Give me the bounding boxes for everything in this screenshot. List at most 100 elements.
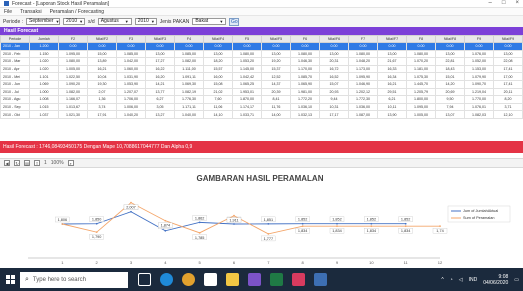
month-to-select[interactable]: Agustus ▼ bbox=[97, 18, 132, 25]
table-cell: 1.111,00 bbox=[174, 64, 204, 74]
forecast-table[interactable]: Periode Jumlah F2 Nilai/F2 F3 Nilai/F3 F4 Nilai… bbox=[0, 35, 523, 119]
table-cell: 2010 - Mei bbox=[0, 72, 30, 81]
clock[interactable]: 9:08 04/06/2020 bbox=[483, 274, 508, 286]
table-row[interactable]: 2010 - Okt 1.037 1.021,30 17,91 1.040,20 13,2… bbox=[0, 110, 523, 119]
volume-icon[interactable]: ◁ bbox=[459, 277, 463, 283]
clock-date: 04/06/2020 bbox=[483, 279, 509, 286]
menu-transaksi[interactable]: Transaksi bbox=[20, 9, 42, 15]
start-button[interactable] bbox=[0, 268, 20, 291]
x-tick-label: 5 bbox=[199, 260, 202, 265]
menu-peramalan[interactable]: Peramalan / Forecasting bbox=[50, 9, 104, 15]
data-point bbox=[404, 222, 407, 225]
table-cell: 7,94 bbox=[435, 102, 465, 112]
data-point bbox=[336, 225, 338, 228]
menu-file[interactable]: File bbox=[4, 9, 12, 15]
table-cell: 21,67 bbox=[377, 57, 407, 66]
column-header[interactable]: Nilai/F6 bbox=[319, 35, 349, 43]
column-header[interactable]: Nilai/F8 bbox=[435, 35, 465, 43]
table-cell: 7,60 bbox=[203, 95, 233, 104]
chart-title: GAMBARAN HASIL PERAMALAN bbox=[197, 174, 324, 183]
export-icon[interactable]: ⇪ bbox=[34, 160, 40, 166]
column-header[interactable]: F2 bbox=[58, 35, 88, 43]
table-cell: 1.015 bbox=[29, 102, 59, 112]
table-cell: 2010 - Mar bbox=[0, 57, 30, 66]
back-icon[interactable]: ◀ bbox=[4, 160, 10, 166]
table-row[interactable]: 2010 - Apr 1.020 1.005,00 16,21 1.060,00 16,2… bbox=[0, 64, 523, 74]
table-cell: 1.037 bbox=[29, 110, 59, 119]
go-button[interactable]: Go bbox=[229, 17, 240, 26]
table-row[interactable]: 2010 - Jan 1.200 0.00 0.00 0.00 0.00 0.00 0.00 0… bbox=[0, 42, 523, 51]
search-icon: ⌕ bbox=[25, 275, 29, 283]
table-cell: 29,51 bbox=[377, 87, 407, 97]
column-header[interactable]: F3 bbox=[116, 35, 146, 43]
column-header[interactable]: Periode bbox=[0, 35, 30, 43]
chevron-down-icon: ▼ bbox=[150, 19, 155, 24]
column-header[interactable]: Nilai/F5 bbox=[261, 35, 291, 43]
maximize-button[interactable]: □ bbox=[502, 0, 506, 6]
task-view-icon[interactable] bbox=[138, 273, 151, 286]
column-header[interactable]: Nilai/F7 bbox=[377, 35, 407, 43]
column-header[interactable]: Nilai/F4 bbox=[203, 35, 233, 43]
edge-icon[interactable] bbox=[160, 273, 173, 286]
minimize-button[interactable]: – bbox=[489, 0, 492, 6]
photos-icon[interactable] bbox=[292, 273, 305, 286]
year-to-select[interactable]: 2010 ▼ bbox=[134, 18, 157, 25]
print-icon[interactable]: ▤ bbox=[24, 160, 30, 166]
table-row[interactable]: 2010 - Jul 1.000 1.082,00 2,07 1.207,07 13,77… bbox=[0, 87, 523, 97]
table-cell: 1.150 bbox=[29, 49, 59, 59]
year-from-select[interactable]: 2010 ▼ bbox=[63, 18, 86, 25]
table-cell: 1.085,00 bbox=[174, 49, 204, 59]
table-cell: 1.053,90 bbox=[116, 79, 146, 89]
column-header[interactable]: F9 bbox=[464, 35, 494, 43]
column-header[interactable]: F4 bbox=[174, 35, 204, 43]
search-icon[interactable]: ⌕ bbox=[67, 160, 74, 166]
notification-icon[interactable]: ^ bbox=[441, 277, 443, 283]
column-header[interactable]: Nilai/F3 bbox=[145, 35, 175, 43]
table-cell: 2010 - Feb bbox=[0, 49, 30, 59]
table-cell: 1.031,90 bbox=[116, 72, 146, 81]
visual-studio-icon[interactable] bbox=[248, 273, 261, 286]
close-button[interactable]: × bbox=[515, 0, 519, 6]
app-window-icon[interactable] bbox=[314, 273, 327, 286]
folder-icon[interactable] bbox=[226, 273, 239, 286]
month-from-select[interactable]: September ▼ bbox=[26, 18, 61, 25]
data-point bbox=[336, 222, 338, 225]
table-cell: 1.000 bbox=[29, 87, 59, 97]
table-cell: 2010 - Jan bbox=[0, 42, 30, 51]
table-row[interactable]: 2010 - Jun 1.069 1.090,20 19,30 1.053,90 14,2… bbox=[0, 79, 523, 89]
table-row[interactable]: 2010 - Feb 1.150 1.095,00 15,00 1.085,00 13,0… bbox=[0, 49, 523, 59]
table-cell: 17,00 bbox=[493, 72, 523, 81]
column-header[interactable]: F6 bbox=[290, 35, 320, 43]
table-row[interactable]: 2010 - Agu 1.008 1.166,07 1,36 1.706,00 6,27 1… bbox=[0, 95, 523, 104]
column-header[interactable]: F8 bbox=[406, 35, 436, 43]
table-cell: 17,41 bbox=[493, 64, 523, 74]
refresh-icon[interactable]: ↻ bbox=[14, 160, 20, 166]
chrome-icon[interactable] bbox=[182, 273, 195, 286]
language-indicator[interactable]: IND bbox=[469, 277, 478, 283]
table-cell: 17,91 bbox=[87, 110, 117, 119]
data-point bbox=[130, 201, 132, 204]
table-row[interactable]: 2010 - Mei 1.101 1.022,50 10,04 1.031,90 16,2… bbox=[0, 72, 523, 81]
column-header[interactable]: Jumlah bbox=[29, 35, 59, 43]
action-center-icon[interactable]: ▭ bbox=[514, 277, 519, 283]
data-point bbox=[233, 223, 235, 225]
zoom-level[interactable]: 100% bbox=[51, 160, 64, 166]
store-icon[interactable] bbox=[204, 273, 217, 286]
data-point bbox=[95, 222, 98, 225]
table-cell: 1.042,42 bbox=[232, 72, 262, 81]
column-header[interactable]: F7 bbox=[348, 35, 378, 43]
wifi-icon[interactable]: ◔ bbox=[450, 277, 453, 283]
jenis-select[interactable]: Bakat ▼ bbox=[192, 18, 227, 25]
table-row[interactable]: 2010 - Mar 1.020 1.080,00 13,89 1.042,00 17,2… bbox=[0, 57, 523, 66]
data-point bbox=[61, 223, 64, 225]
data-label: 1,874 bbox=[161, 224, 171, 228]
table-cell: 0.00 bbox=[406, 42, 436, 51]
column-header[interactable]: Nilai/F9 bbox=[493, 35, 523, 43]
excel-icon[interactable] bbox=[270, 273, 283, 286]
column-header[interactable]: Nilai/F2 bbox=[87, 35, 117, 43]
column-header[interactable]: F5 bbox=[232, 35, 262, 43]
table-cell: 16,20 bbox=[145, 72, 175, 81]
taskbar-search[interactable]: ⌕ Type here to search bbox=[20, 271, 128, 288]
data-label: 1,851 bbox=[264, 218, 274, 222]
table-row[interactable]: 2010 - Sep 1.015 1.013,67 3,74 1.006,00 3,05 1… bbox=[0, 102, 523, 112]
